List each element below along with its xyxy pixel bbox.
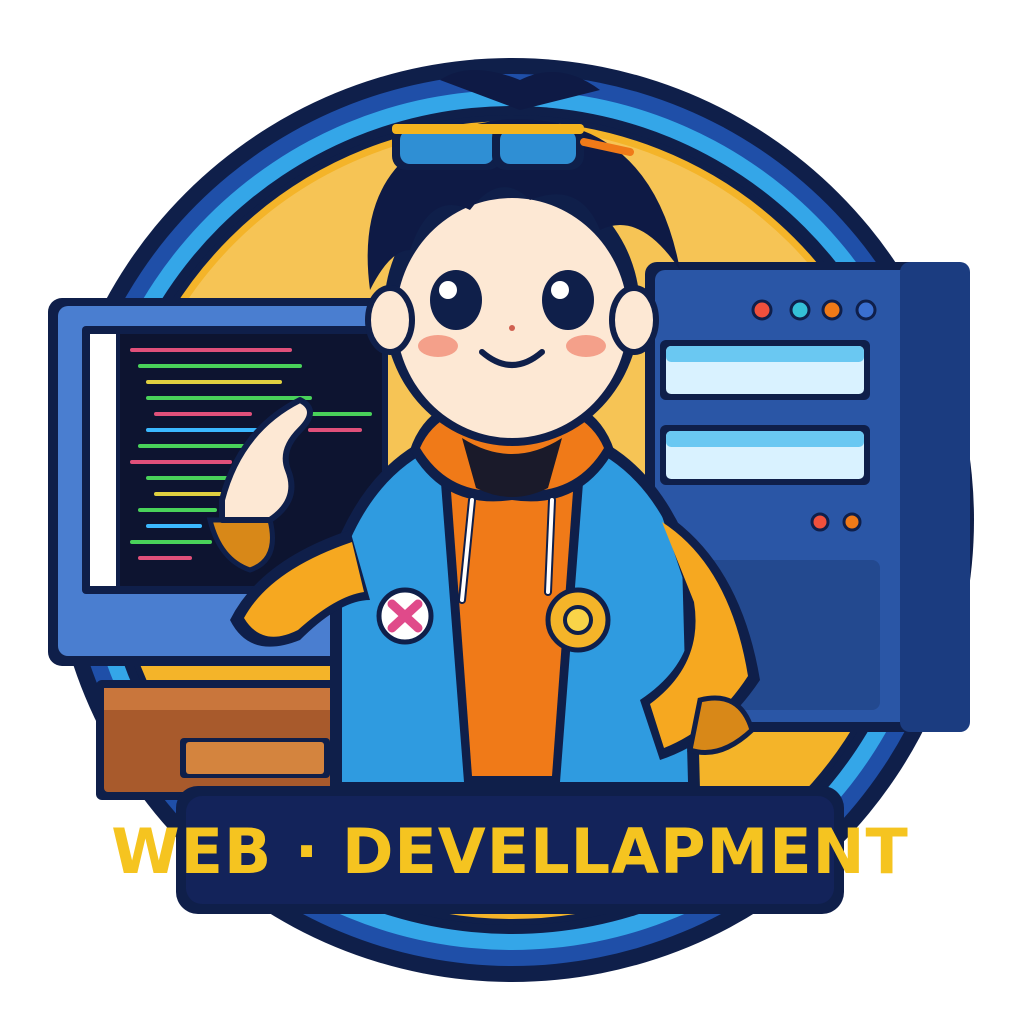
sun-gear-patch-icon xyxy=(545,587,611,653)
logo-badge: WEB · DEVELLAPMENT xyxy=(0,0,1024,1024)
banner-title: WEB · DEVELLAPMENT xyxy=(111,815,909,888)
title-banner: WEB · DEVELLAPMENT xyxy=(111,786,909,914)
web-development-logo: WEB · DEVELLAPMENT xyxy=(48,58,974,982)
bandage-patch-icon xyxy=(376,587,434,645)
